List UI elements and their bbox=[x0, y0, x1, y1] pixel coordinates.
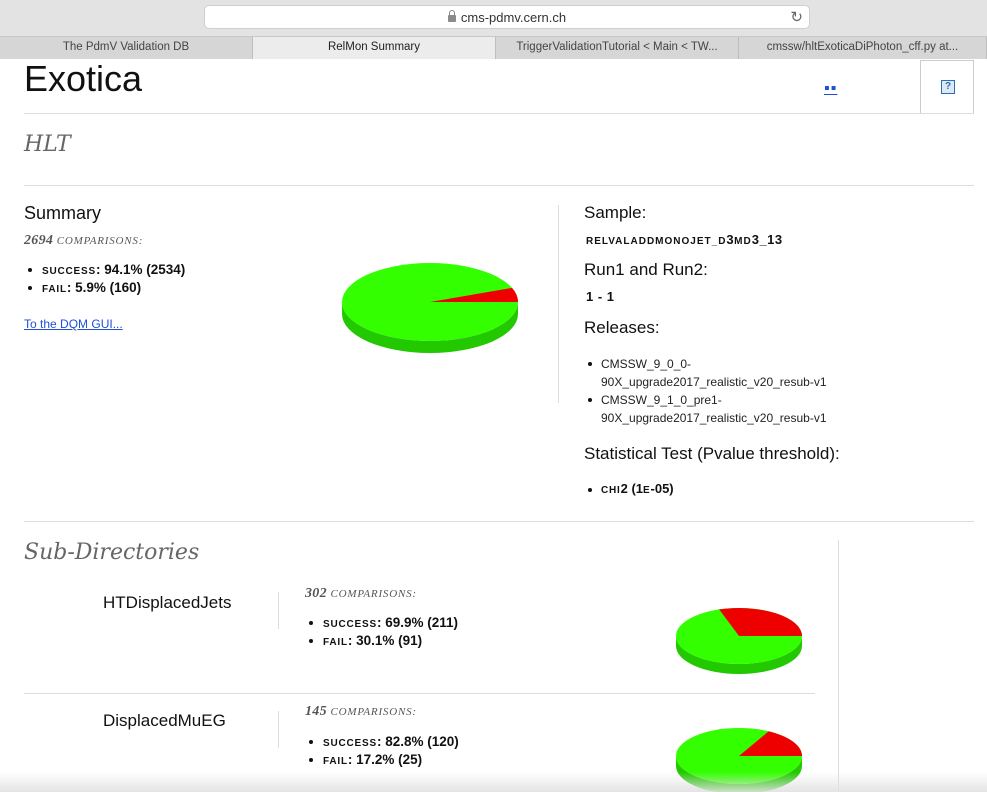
releases-heading: Releases: bbox=[584, 318, 660, 337]
section-heading-hlt: HLT bbox=[24, 132, 71, 157]
success-stat: success: 94.1% (2534) bbox=[24, 261, 185, 279]
vertical-divider bbox=[278, 592, 279, 629]
divider bbox=[24, 693, 815, 694]
bottom-shade bbox=[0, 772, 987, 792]
divider bbox=[24, 185, 974, 186]
summary-title: Summary bbox=[24, 203, 102, 223]
fail-stat: fail: 17.2% (25) bbox=[305, 751, 459, 769]
run-heading: Run1 and Run2: bbox=[584, 260, 708, 279]
dqm-gui-link[interactable]: To the DQM GUI... bbox=[24, 317, 123, 331]
tab-bar: The PdmV Validation DB RelMon Summary Trig… bbox=[0, 36, 987, 59]
divider bbox=[24, 113, 974, 114]
help-box: ? bbox=[920, 60, 974, 114]
logo-link[interactable]: ▪▪ bbox=[824, 80, 837, 98]
url-text: cms-pdmv.cern.ch bbox=[460, 10, 567, 25]
sample-value: relvaladdmonojet_d3md3_13 bbox=[586, 232, 783, 247]
browser-chrome: cms-pdmv.cern.ch ↻ The PdmV Validation D… bbox=[0, 0, 987, 59]
browser-tab[interactable]: TriggerValidationTutorial < Main < TW... bbox=[496, 37, 739, 59]
comparisons-count: 2694 comparisons: bbox=[24, 233, 144, 248]
run-value: 1 - 1 bbox=[586, 289, 615, 304]
reload-icon[interactable]: ↻ bbox=[790, 8, 803, 26]
fail-stat: fail: 30.1% (91) bbox=[305, 632, 458, 650]
release-item: CMSSW_9_1_0_pre1-90X_upgrade2017_realist… bbox=[588, 391, 841, 427]
sample-heading: Sample: bbox=[584, 203, 647, 222]
browser-tab[interactable]: RelMon Summary bbox=[253, 37, 496, 59]
subdir-stats: success: 82.8% (120) fail: 17.2% (25) bbox=[305, 733, 459, 769]
fail-stat: fail: 5.9% (160) bbox=[24, 279, 185, 297]
stat-test-heading: Statistical Test (Pvalue threshold): bbox=[584, 444, 840, 463]
help-icon[interactable]: ? bbox=[941, 80, 955, 94]
address-bar[interactable]: cms-pdmv.cern.ch ↻ bbox=[204, 5, 810, 29]
success-stat: success: 69.9% (211) bbox=[305, 614, 458, 632]
summary-stats: success: 94.1% (2534) fail: 5.9% (160) bbox=[24, 261, 185, 297]
comparisons-count: 145 comparisons: bbox=[305, 704, 417, 719]
divider bbox=[24, 521, 974, 522]
subdir-stats: success: 69.9% (211) fail: 30.1% (91) bbox=[305, 614, 458, 650]
section-heading-subdirs: Sub-Directories bbox=[24, 540, 200, 565]
browser-tab[interactable]: cmssw/hltExoticaDiPhoton_cff.py at... bbox=[739, 37, 987, 59]
release-item: CMSSW_9_0_0-90X_upgrade2017_realistic_v2… bbox=[588, 355, 901, 391]
success-stat: success: 82.8% (120) bbox=[305, 733, 459, 751]
vertical-divider bbox=[558, 205, 559, 403]
subdir-pie-chart bbox=[676, 608, 802, 674]
browser-tab[interactable]: The PdmV Validation DB bbox=[0, 37, 253, 59]
stat-test-value: chi2 (1e-05) bbox=[588, 481, 674, 496]
summary-pie-chart bbox=[342, 263, 518, 353]
subdir-name[interactable]: DisplacedMuEG bbox=[103, 711, 226, 731]
comparisons-count: 302 comparisons: bbox=[305, 586, 417, 601]
page-title: Exotica bbox=[24, 58, 143, 99]
subdir-name[interactable]: HTDisplacedJets bbox=[103, 593, 232, 613]
vertical-divider bbox=[838, 540, 839, 792]
vertical-divider bbox=[278, 711, 279, 748]
lock-icon bbox=[447, 10, 456, 22]
